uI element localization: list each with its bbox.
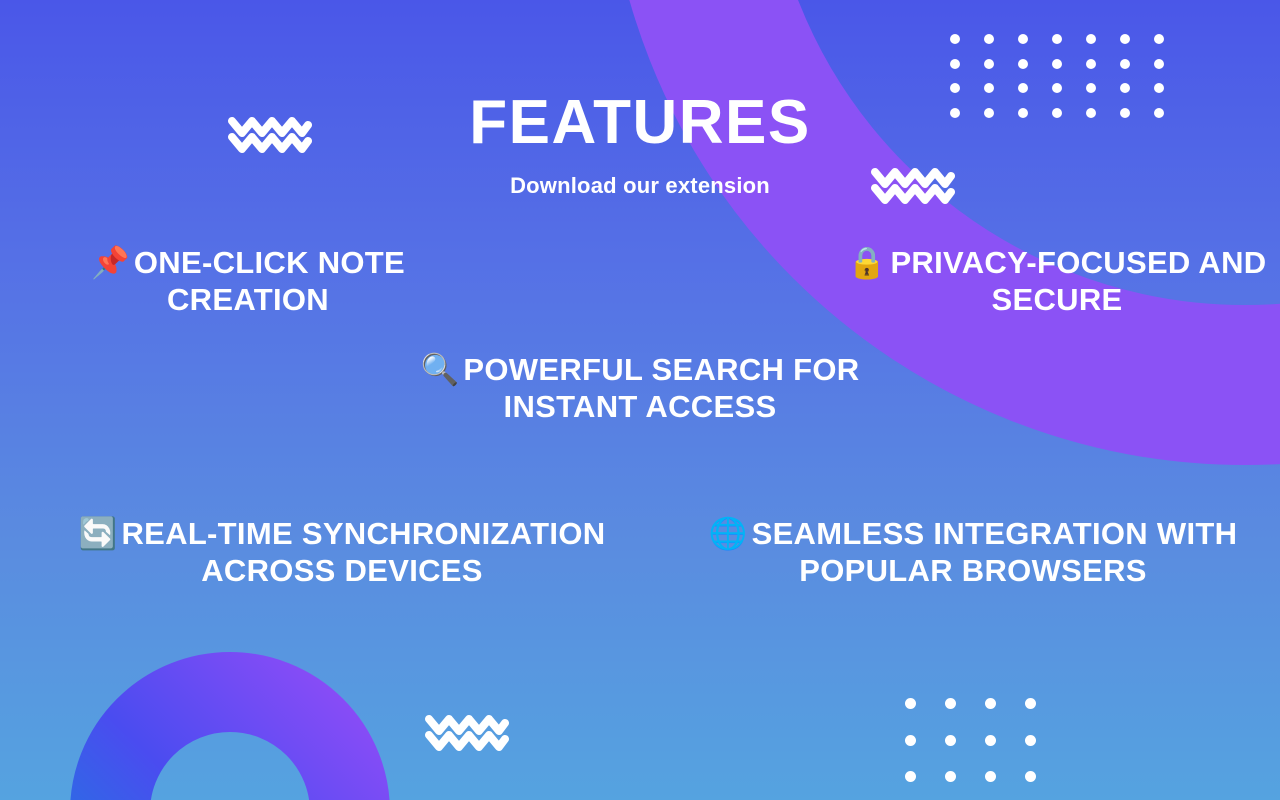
page-title: FEATURES xyxy=(469,88,811,157)
page-subtitle: Download our extension xyxy=(510,173,770,198)
feature-label: POWERFUL SEARCH FOR INSTANT ACCESS xyxy=(463,352,860,424)
feature-label: SEAMLESS INTEGRATION WITH POPULAR BROWSE… xyxy=(751,516,1238,588)
feature-item-one-click-note-creation: 📌 ONE-CLICK NOTE CREATION xyxy=(36,245,460,318)
slide-canvas: FEATURES Download our extension 📌 ONE-CLI… xyxy=(0,0,1280,800)
feature-item-powerful-search-for-instant-access: 🔍 POWERFUL SEARCH FOR INSTANT ACCESS xyxy=(400,352,880,425)
feature-label: ONE-CLICK NOTE CREATION xyxy=(133,245,406,317)
feature-item-seamless-integration-with-popular-browsers: 🌐 SEAMLESS INTEGRATION WITH POPULAR BROWS… xyxy=(700,516,1246,589)
feature-label: PRIVACY-FOCUSED AND SECURE xyxy=(890,245,1267,317)
slide-content: FEATURES Download our extension 📌 ONE-CLI… xyxy=(0,0,1280,800)
pushpin-icon: 📌 xyxy=(90,245,130,281)
slide-header: FEATURES Download our extension xyxy=(0,92,1280,199)
sync-arrows-icon: 🔄 xyxy=(78,516,118,552)
globe-icon: 🌐 xyxy=(708,516,748,552)
feature-item-real-time-synchronization-across-devices: 🔄 REAL-TIME SYNCHRONIZATION ACROSS DEVICE… xyxy=(42,516,642,589)
feature-label: REAL-TIME SYNCHRONIZATION ACROSS DEVICES xyxy=(121,516,606,588)
magnifying-glass-icon: 🔍 xyxy=(420,352,460,388)
feature-item-privacy-focused-and-secure: 🔒 PRIVACY-FOCUSED AND SECURE xyxy=(845,245,1269,318)
lock-icon: 🔒 xyxy=(847,245,887,281)
